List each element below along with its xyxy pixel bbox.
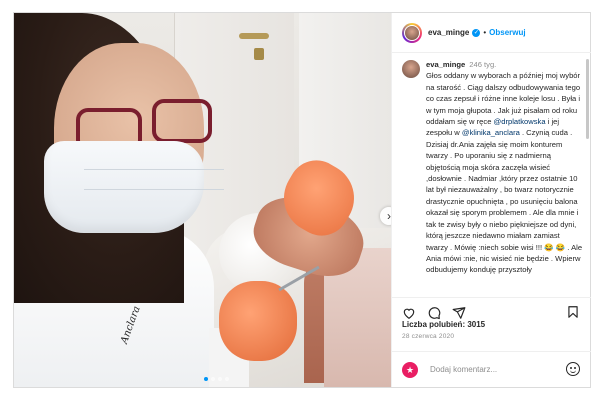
carousel-dot-active	[204, 377, 208, 381]
follow-button[interactable]: Obserwuj	[489, 28, 525, 37]
bookmark-icon	[568, 306, 578, 318]
carousel-dot	[218, 377, 222, 381]
carousel-dot	[225, 377, 229, 381]
comment-input[interactable]	[430, 365, 550, 374]
likes-count[interactable]: Liczba polubień: 3015	[402, 320, 485, 329]
heart-icon	[403, 308, 415, 319]
surgical-mask	[44, 141, 224, 233]
instagram-post-embed: Anclara › eva_minge ✓ • Obserwuj eva_min…	[13, 12, 591, 388]
profile-avatar[interactable]	[402, 22, 422, 43]
comment-bar: ★	[392, 351, 591, 387]
mask-pleat	[84, 169, 224, 170]
carousel-dots	[204, 377, 229, 381]
comment-button[interactable]	[427, 306, 441, 320]
header-separator: •	[483, 28, 487, 37]
post-photo[interactable]: Anclara ›	[14, 13, 391, 387]
mask-pleat	[84, 189, 224, 190]
caption-time: 246 tyg.	[469, 60, 497, 69]
carousel-next-button[interactable]: ›	[380, 207, 391, 225]
caption-body: . Czynią cuda . Dzisiaj dr.Ania zajęła s…	[426, 128, 583, 275]
gloved-hand-bottom	[219, 281, 297, 361]
header-username[interactable]: eva_minge	[428, 28, 469, 37]
comment-icon	[428, 306, 441, 319]
door-lock	[254, 48, 264, 60]
carousel-dot	[211, 377, 215, 381]
emoji-picker-icon[interactable]	[566, 362, 580, 376]
mention-link[interactable]: @klinika_anclara	[462, 128, 520, 137]
caption-text: eva_minge 246 tyg. Głos oddany w wyborach…	[426, 59, 583, 276]
caption-username[interactable]: eva_minge	[426, 60, 465, 69]
caption-avatar[interactable]	[402, 60, 420, 78]
mention-link[interactable]: @drplatkowska	[494, 117, 546, 126]
post-date[interactable]: 28 czerwca 2020	[402, 333, 454, 340]
caption-scrollbar[interactable]	[586, 59, 589, 139]
share-icon	[452, 306, 466, 319]
caption-area: eva_minge 246 tyg. Głos oddany w wyborach…	[392, 53, 591, 297]
like-button[interactable]	[402, 306, 416, 320]
glasses-right-lens	[152, 99, 212, 143]
post-header: eva_minge ✓ • Obserwuj	[392, 13, 591, 53]
verified-badge-icon: ✓	[472, 28, 481, 37]
share-button[interactable]	[452, 306, 466, 320]
avatar-image	[404, 24, 420, 41]
door-handle	[239, 33, 269, 39]
post-side-panel: eva_minge ✓ • Obserwuj eva_minge 246 tyg.…	[391, 13, 591, 387]
reaction-emoji-icon[interactable]: ★	[402, 361, 418, 378]
save-button[interactable]	[566, 305, 580, 319]
